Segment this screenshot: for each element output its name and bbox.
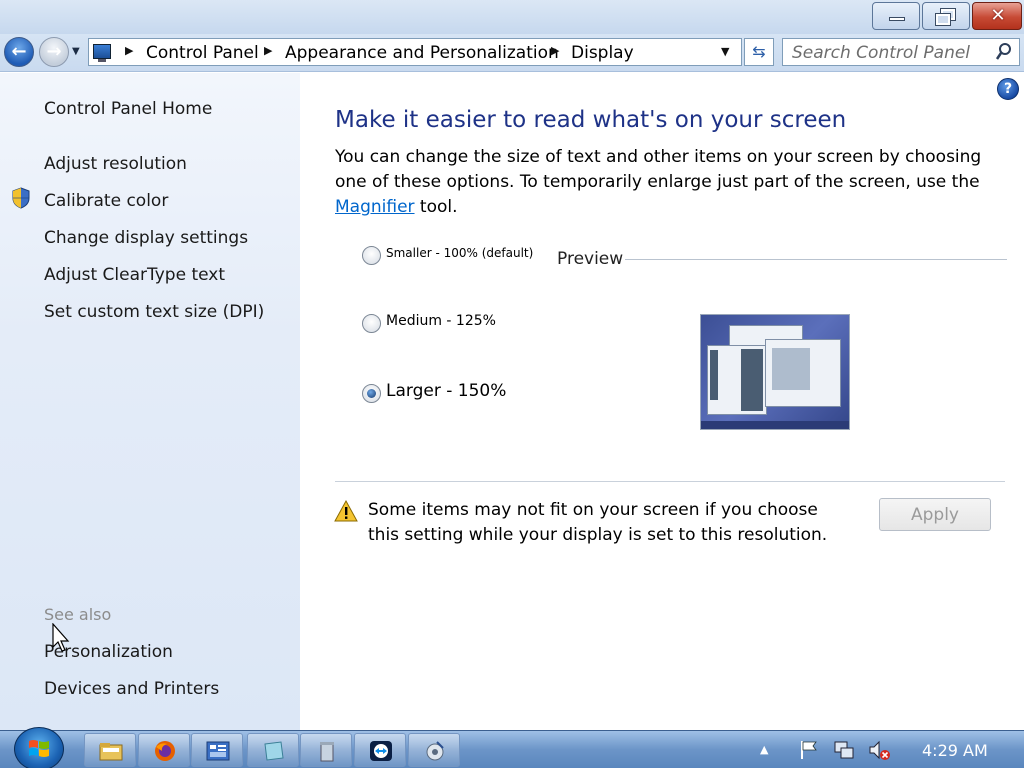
taskbar-disk-tool-button[interactable] <box>408 733 460 767</box>
larger-radio[interactable] <box>362 384 381 403</box>
close-button[interactable]: ✕ <box>972 2 1022 30</box>
preview-sidebar <box>741 349 763 411</box>
task-pane: Control Panel Home Adjust resolution Cal… <box>0 73 300 730</box>
preview-label: Preview <box>557 249 624 269</box>
address-bar[interactable]: ▶ Control Panel ▶ Appearance and Persona… <box>88 38 742 66</box>
smaller-option-label[interactable]: Smaller - 100% (default) <box>386 246 533 260</box>
taskbar: ▲ 4:29 AM <box>0 727 1024 768</box>
windows-logo-icon <box>29 740 49 757</box>
recycle-icon <box>320 742 334 762</box>
system-clock[interactable]: 4:29 AM <box>922 741 988 760</box>
taskbar-recycle-button[interactable] <box>300 733 352 767</box>
show-hidden-icons-button[interactable]: ▲ <box>760 743 768 756</box>
search-input[interactable]: Search Control Panel <box>792 43 970 63</box>
refresh-button[interactable]: ⇆ <box>744 38 774 66</box>
back-arrow-icon: ← <box>11 41 27 62</box>
restore-button[interactable] <box>922 2 970 30</box>
page-title: Make it easier to read what's on your sc… <box>335 107 847 133</box>
title-bar: ✕ <box>0 0 1024 34</box>
preview-front-window <box>765 339 841 407</box>
description-text: You can change the size of text and othe… <box>335 147 982 192</box>
file-explorer-icon <box>99 743 123 761</box>
back-button[interactable]: ← <box>4 37 34 67</box>
volume-muted-icon[interactable] <box>868 739 890 761</box>
calibrate-color-link[interactable]: Calibrate color <box>44 191 168 211</box>
mouse-cursor-icon <box>52 623 70 652</box>
adjust-cleartype-link[interactable]: Adjust ClearType text <box>44 265 225 285</box>
custom-text-size-link[interactable]: Set custom text size (DPI) <box>44 302 264 322</box>
devices-printers-link[interactable]: Devices and Printers <box>44 679 219 699</box>
taskbar-notepad-button[interactable] <box>247 733 299 767</box>
taskbar-control-panel-button[interactable] <box>191 733 243 767</box>
breadcrumb-appearance[interactable]: Appearance and Personalization <box>285 43 559 63</box>
recent-pages-dropdown-icon[interactable]: ▼ <box>72 46 80 57</box>
page-description: You can change the size of text and othe… <box>335 145 1005 220</box>
breadcrumb-separator-icon[interactable]: ▶ <box>125 44 133 57</box>
restore-icon-front <box>935 13 951 26</box>
preview-image <box>700 314 850 430</box>
search-box[interactable]: Search Control Panel <box>782 38 1020 66</box>
adjust-resolution-link[interactable]: Adjust resolution <box>44 154 187 174</box>
warning-icon <box>334 500 358 522</box>
smaller-radio[interactable] <box>362 246 381 265</box>
description-text-end: tool. <box>414 197 458 217</box>
close-icon: ✕ <box>990 5 1006 26</box>
taskbar-explorer-button[interactable] <box>84 733 136 767</box>
apply-button[interactable]: Apply <box>879 498 991 531</box>
firefox-icon <box>155 741 175 761</box>
action-center-flag-icon[interactable] <box>798 739 820 761</box>
magnifier-link[interactable]: Magnifier <box>335 197 415 217</box>
control-panel-icon <box>93 44 111 62</box>
breadcrumb-separator-icon[interactable]: ▶ <box>264 44 272 57</box>
change-display-settings-link[interactable]: Change display settings <box>44 228 248 248</box>
uac-shield-icon <box>12 187 30 209</box>
navigation-bar: ← → ▼ ▶ Control Panel ▶ Appearance and P… <box>0 34 1024 72</box>
control-panel-icon <box>206 741 230 761</box>
taskbar-firefox-button[interactable] <box>138 733 190 767</box>
minimize-icon <box>889 17 905 21</box>
medium-radio[interactable] <box>362 314 381 333</box>
forward-button[interactable]: → <box>39 37 69 67</box>
network-icon[interactable] <box>833 739 855 761</box>
minimize-button[interactable] <box>872 2 920 30</box>
refresh-icon: ⇆ <box>752 42 766 61</box>
section-divider <box>335 481 1005 482</box>
breadcrumb-separator-icon[interactable]: ▶ <box>551 44 559 57</box>
control-panel-home-link[interactable]: Control Panel Home <box>44 99 212 119</box>
preview-divider <box>625 259 1007 260</box>
larger-option-label[interactable]: Larger - 150% <box>386 381 506 401</box>
see-also-heading: See also <box>44 605 112 624</box>
address-dropdown-icon[interactable]: ▼ <box>721 45 729 58</box>
disk-tool-icon <box>426 741 444 761</box>
start-button[interactable] <box>14 727 64 768</box>
help-icon[interactable]: ? <box>997 78 1019 100</box>
forward-arrow-icon: → <box>46 41 62 62</box>
warning-message: Some items may not fit on your screen if… <box>368 500 828 545</box>
breadcrumb-display[interactable]: Display <box>571 43 634 63</box>
preview-taskbar <box>701 421 849 429</box>
medium-option-label[interactable]: Medium - 125% <box>386 313 496 329</box>
teamviewer-icon <box>370 741 392 761</box>
breadcrumb-control-panel[interactable]: Control Panel <box>146 43 259 63</box>
notepad-icon <box>264 741 284 761</box>
taskbar-teamviewer-button[interactable] <box>354 733 406 767</box>
search-icon[interactable] <box>995 42 1013 62</box>
